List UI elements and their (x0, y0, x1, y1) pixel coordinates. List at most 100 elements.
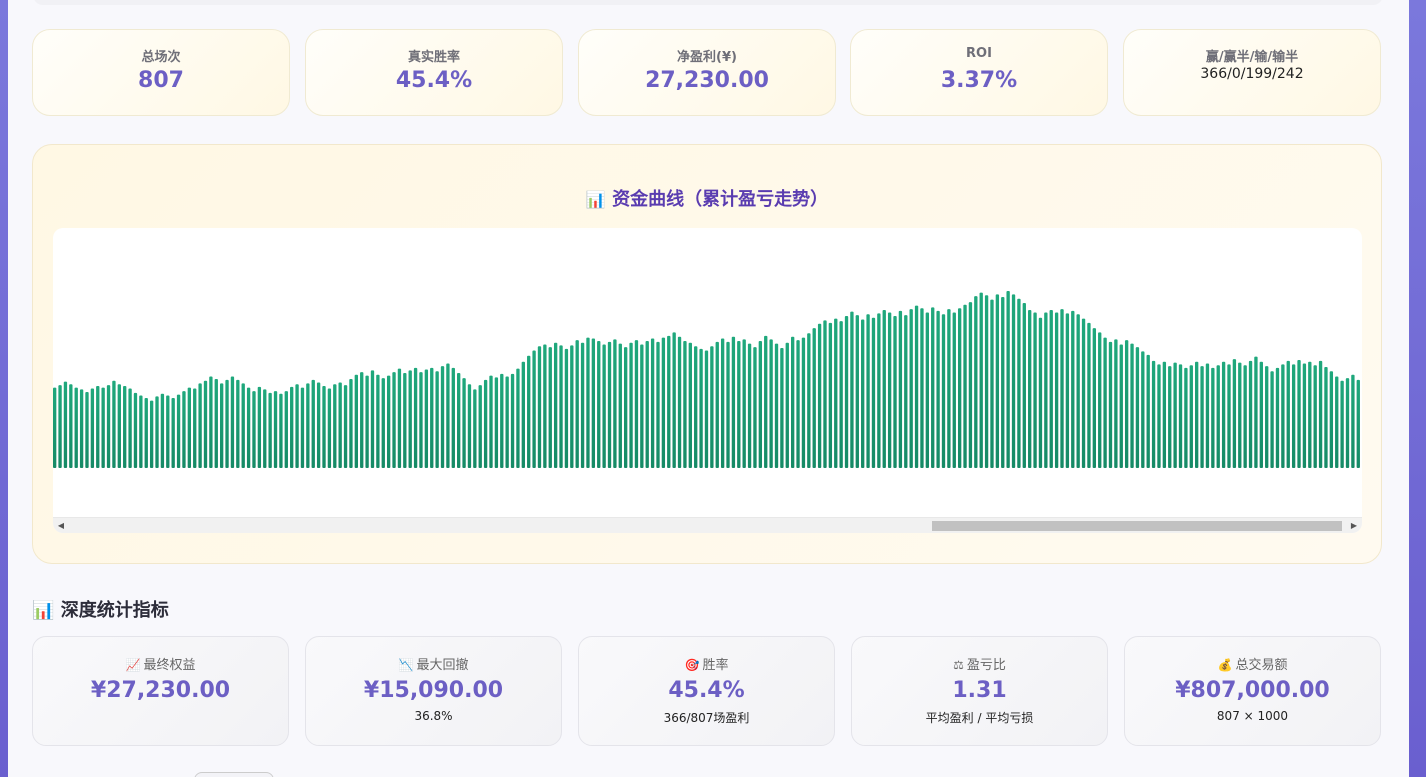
equity-bar (1151, 360, 1156, 468)
equity-bar (79, 389, 84, 468)
equity-bar (187, 387, 192, 468)
equity-bar (634, 340, 639, 468)
metric-value: ¥15,090.00 (363, 678, 504, 703)
equity-bar (564, 348, 569, 468)
equity-bar (914, 305, 919, 468)
stat-label: 赢/赢半/输/输半 (1205, 50, 1299, 65)
equity-bar (968, 302, 973, 468)
equity-bar (338, 382, 342, 468)
equity-bar (769, 339, 773, 468)
equity-bar (182, 391, 186, 468)
equity-bar (316, 382, 321, 468)
equity-bar (370, 370, 375, 468)
equity-bar (392, 372, 396, 468)
equity-bar (478, 385, 482, 468)
equity-bar (1098, 332, 1102, 468)
equity-bar (74, 387, 78, 468)
metric-card-profit-loss-ratio: ⚖ 盈亏比 1.31 平均盈利 / 平均亏损 (851, 636, 1108, 746)
equity-bar (419, 372, 423, 468)
equity-bar (290, 386, 294, 468)
metric-sub: 平均盈利 / 平均亏损 (925, 711, 1034, 725)
equity-bar (1108, 341, 1113, 468)
metric-card-win-rate: 🎯 胜率 45.4% 366/807场盈利 (578, 636, 835, 746)
equity-bar (1302, 363, 1307, 468)
equity-bar (586, 337, 590, 468)
equity-bar (597, 341, 601, 468)
equity-curve-card: 📊 资金曲线（累计盈亏走势） ◀ ▶ (32, 144, 1382, 564)
equity-bar (844, 316, 849, 468)
equity-bar (1130, 343, 1134, 468)
balance-scale-icon: ⚖ (953, 658, 964, 672)
equity-bar (720, 338, 725, 468)
equity-bar (1324, 366, 1328, 468)
equity-bar (279, 393, 283, 468)
equity-bar (193, 388, 197, 468)
equity-bar (995, 294, 1000, 468)
equity-bar (812, 328, 816, 468)
equity-bar (683, 341, 687, 468)
equity-bar (440, 366, 445, 468)
metric-value: ¥27,230.00 (90, 678, 231, 703)
equity-bar (123, 385, 127, 468)
equity-bar (1265, 366, 1269, 468)
equity-bar (656, 341, 660, 468)
equity-bar (1081, 318, 1086, 468)
equity-bar (850, 311, 854, 468)
equity-bar (1173, 362, 1177, 468)
equity-bar (117, 384, 121, 468)
bottom-tab[interactable] (194, 772, 274, 777)
equity-bar (1232, 359, 1237, 468)
equity-bar (430, 367, 434, 468)
scroll-right-arrow-icon[interactable]: ▶ (1348, 520, 1360, 532)
stat-value: 45.4% (395, 68, 473, 93)
equity-bar (505, 376, 509, 468)
equity-bar (128, 388, 132, 468)
equity-bar (198, 383, 202, 468)
equity-bar (1351, 374, 1355, 468)
equity-bar (354, 374, 358, 468)
equity-bar (704, 350, 709, 468)
stat-card-total-matches: 总场次 807 (32, 29, 290, 116)
equity-bar (947, 309, 951, 468)
equity-bar (1103, 337, 1107, 468)
stat-card-results-breakdown: 赢/赢半/输/输半 366/0/199/242 (1123, 29, 1381, 116)
equity-bar (1001, 297, 1005, 468)
equity-bar (957, 308, 962, 468)
equity-bar (893, 316, 897, 468)
equity-bar (300, 387, 305, 468)
equity-bar (764, 335, 768, 468)
metric-card-final-equity: 📈 最终权益 ¥27,230.00 (32, 636, 289, 746)
chart-horizontal-scrollbar[interactable]: ◀ ▶ (53, 517, 1362, 533)
equity-bar (1017, 298, 1021, 468)
equity-bar (817, 323, 822, 468)
equity-bar (1049, 309, 1053, 468)
equity-bar (1291, 364, 1296, 468)
equity-bar (1335, 376, 1339, 468)
equity-bar (273, 391, 278, 468)
equity-bar (284, 391, 288, 468)
equity-bar (333, 384, 337, 468)
equity-bar (1044, 312, 1048, 468)
equity-bar (990, 299, 994, 468)
equity-bar (1195, 361, 1199, 468)
equity-bar (580, 342, 585, 468)
metric-label-text: 盈亏比 (966, 658, 1006, 673)
scrollbar-thumb[interactable] (932, 521, 1342, 531)
equity-bar (898, 310, 903, 468)
equity-bar (397, 368, 402, 468)
stat-card-net-profit: 净盈利(¥) 27,230.00 (578, 29, 836, 116)
equity-bar (672, 332, 676, 468)
equity-bar (311, 379, 315, 468)
equity-bar (543, 344, 547, 468)
top-strip (33, 0, 1383, 5)
equity-bar (677, 336, 682, 468)
equity-bar (661, 337, 666, 468)
equity-bar (882, 309, 886, 468)
equity-bar (306, 383, 310, 468)
equity-bar (451, 367, 455, 468)
chart-container[interactable]: ◀ ▶ (53, 228, 1362, 533)
scroll-left-arrow-icon[interactable]: ◀ (55, 520, 67, 532)
metric-sub: 36.8% (414, 709, 453, 723)
equity-bar (139, 395, 143, 468)
equity-bar (1011, 294, 1016, 468)
